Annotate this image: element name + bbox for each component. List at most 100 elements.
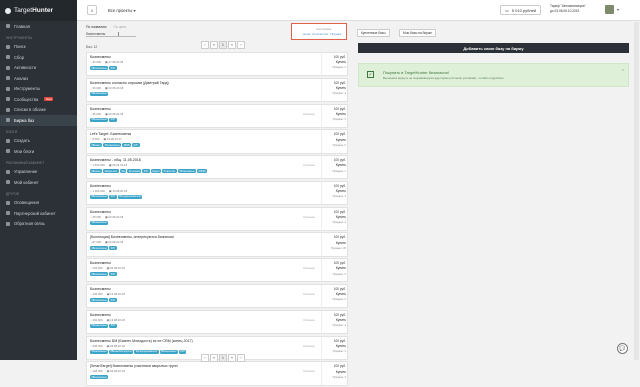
sidebar-item[interactable]: Сообщества New [0,94,77,105]
description-link[interactable]: Описание [303,216,315,219]
tag[interactable]: #VK [178,349,187,354]
add-base-button[interactable]: Добавить свою базу на биржу [358,43,629,53]
base-card[interactable]: Бизнесмены - общ. 11.05.2018 ◔ 1 500 000 ▣… [86,155,348,180]
tag[interactable]: #бизнесмены [178,169,197,174]
pager-button[interactable]: « [210,354,218,362]
sidebar-item[interactable]: Биржа баз [0,115,77,126]
sort-count[interactable]: Количество [312,32,328,36]
sidebar-item[interactable]: Создать [0,136,77,147]
pager-button[interactable]: › [237,41,245,49]
sidebar-item[interactable]: Анализ [0,73,77,84]
sidebar-item[interactable]: Управление [0,167,77,178]
tag[interactable]: #вк [119,169,127,174]
base-title[interactable]: [SmartTarget] бизнесмены участники закры… [90,364,178,368]
sidebar-item[interactable]: Списки в облаке [0,105,77,116]
tag[interactable]: #Бизнесмены [90,272,109,277]
base-card[interactable]: Бизнесмены ◔ 1 000 000 ▣ 13.08.20.18 #Бизне… [86,180,348,206]
description-link[interactable]: Описание [303,113,315,116]
tag[interactable]: #таргетинг [162,169,178,174]
base-title[interactable]: Бизнесмены [90,107,111,111]
balance-button[interactable]: ▭ 5 010 рублей [500,5,542,15]
base-card[interactable]: Бизнесмены ◔ 192 000 ▣ 13.08.20.18 #Бизнесм… [86,309,348,334]
base-card[interactable]: Бизнесмены ◔ 25 000 ▣ 03.08.20.18 #Бизнесме… [86,206,348,231]
base-title[interactable]: Бизнесмены - общ. 11.05.2018 [90,158,141,162]
sidebar-item[interactable]: Оповещения [0,198,77,209]
tag[interactable]: #VK [109,323,117,328]
sidebar-item[interactable]: Мой кабинет [0,177,77,188]
pager-button[interactable]: » [228,354,236,362]
description-link[interactable]: Описание [303,293,315,296]
base-card[interactable]: Бизнесмены согласно опросам (Дмитрий Гар… [86,77,348,102]
base-title[interactable]: [Коллекция] Бизнесмены, интересуются биз… [90,235,174,239]
sidebar-item[interactable]: Мои блоги [0,146,77,157]
tag[interactable]: #Бизнесмены [90,375,109,380]
base-title[interactable]: Бизнесмены [90,55,111,59]
sidebar-item[interactable]: Сбор [0,52,77,63]
tag[interactable]: #аудит [150,169,162,174]
sidebar-item[interactable]: Обратная связь [0,219,77,230]
tag[interactable]: #VK [132,143,140,148]
tag[interactable]: #бизнесмены [103,143,122,148]
tag[interactable]: #Бизнес [90,143,103,148]
pager-button[interactable]: » [228,41,236,49]
tag[interactable]: #маркетинг [103,169,119,174]
sidebar-item[interactable]: Инструменты [0,84,77,95]
pager-button[interactable]: ‹ [201,354,209,362]
base-title[interactable]: Бизнесмены [90,261,111,265]
sidebar-item[interactable]: Активности [0,63,77,74]
tag[interactable]: #VK [109,117,117,122]
base-title[interactable]: Бизнесмены согласно опросам (Дмитрий Гар… [90,81,169,85]
sidebar-item[interactable]: Партнерский кабинет [0,208,77,219]
logo[interactable]: TargetHunter [0,0,77,21]
tag[interactable]: #Бизнесмены [90,220,109,225]
pager-button[interactable]: 1 [219,41,227,49]
base-title[interactable]: Let's Target. Бизнесмены [90,132,131,136]
base-title[interactable]: Бизнесмены [90,210,111,214]
scrollbar[interactable] [634,22,639,360]
tag[interactable]: #VK [142,169,150,174]
tag[interactable]: #Бизнес [90,169,103,174]
chat-icon[interactable]: 💬 [617,343,628,354]
tag[interactable]: #бизнесмены [90,349,108,354]
base-card[interactable]: Let's Target. Бизнесмены ◔ 8 000 ▣ 19.08.1… [86,129,348,154]
base-card[interactable]: [Коллекция] Бизнесмены, интересуются биз… [86,232,348,257]
search-input[interactable]: бизнесмены [86,31,136,37]
tag[interactable]: #Бизнесмены [90,246,109,251]
tag[interactable]: #БизнесМолодость [109,349,134,354]
base-card[interactable]: [SmartTarget] бизнесмены участники закры… [86,361,348,386]
description-link[interactable]: Описание [303,370,315,373]
tag[interactable]: #Бизнесмены [90,323,109,328]
avatar[interactable] [605,5,614,14]
tag[interactable]: #Бизнесмены [90,91,109,96]
pager-button[interactable]: › [237,354,245,362]
tag[interactable]: #VK [109,246,117,251]
base-title[interactable]: Бизнесмены [90,287,111,291]
sort-sales[interactable]: Продаж [330,32,341,36]
tab-purchased[interactable]: Купленные базы [357,29,390,37]
tag[interactable]: #реклама [127,169,142,174]
tag[interactable]: #Бизнесмены [90,298,109,303]
tag[interactable]: #B2B [122,143,132,148]
sidebar-item[interactable]: Главная [0,21,77,32]
filter-by-price[interactable]: По цене [114,25,127,29]
base-title[interactable]: Бизнесмены [90,184,111,188]
tag[interactable]: #VK [109,272,117,277]
tag[interactable]: #VK [109,298,117,303]
tag[interactable]: #VK [109,66,117,70]
pager-button[interactable]: ‹ [201,41,209,49]
projects-dropdown[interactable]: Все проекты ▾ [108,5,136,15]
base-title[interactable]: Бизнесмены [90,313,111,317]
description-link[interactable]: Описание [303,345,315,348]
base-card[interactable]: Бизнесмены ◔ 192 000 ▣ 13.08.20.18 #Бизнесм… [86,284,348,309]
tag[interactable]: #Предприниматели [117,194,143,199]
tag[interactable]: #Бизнесмены [90,117,109,122]
base-card[interactable]: Бизнесмены ◔ 36 000 ▣ 03.08.20.18 #Бизнесме… [86,103,348,128]
pager-button[interactable]: « [210,41,218,49]
sidebar-item[interactable]: Поиск [0,42,77,53]
chevron-down-icon[interactable]: ▾ [617,7,619,12]
tag[interactable]: #Бизнесмены [90,66,109,70]
tag[interactable]: #VK [109,194,117,199]
base-card[interactable]: Бизнесмены ◔ 102 000 ▣ 03.08.20.18 #Бизнесм… [86,258,348,283]
tag[interactable]: #Бизнесмены [159,349,178,354]
tag[interactable]: #SMM [197,169,207,174]
